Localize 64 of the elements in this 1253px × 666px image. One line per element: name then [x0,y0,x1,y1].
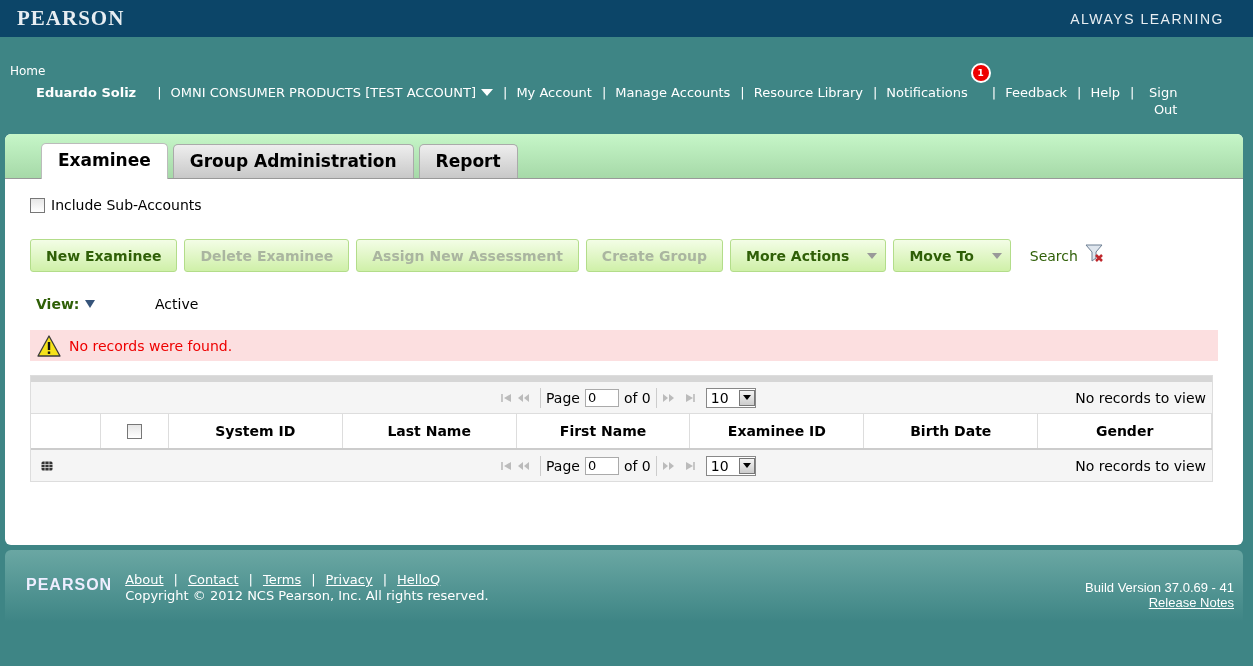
separator: | [601,85,607,100]
column-header[interactable]: Examinee ID [690,414,865,448]
dropdown-button[interactable]: More Actions [730,239,887,272]
record-status: No records to view [1075,457,1207,474]
nav-link[interactable]: Help [1090,85,1121,100]
record-status: No records to view [1075,389,1207,406]
select-all-checkbox[interactable] [126,423,142,439]
page-size-select[interactable]: 10 [705,455,756,476]
column-header[interactable]: Birth Date [864,414,1039,448]
caret-icon [867,252,878,259]
checkbox[interactable] [30,197,45,213]
grid-icon[interactable] [41,460,53,471]
tab[interactable]: Report [418,144,518,178]
separator: | [311,572,316,587]
footer-logo: PEARSON [26,576,113,594]
separator: | [173,572,178,587]
tab[interactable]: Group Administration [172,144,414,178]
page-count: of 0 [623,389,651,406]
page-size-select[interactable]: 10 [705,387,756,408]
nav-link[interactable]: Sign Out [1143,84,1178,118]
separator: | [1130,85,1135,100]
page-label: Page [546,457,580,474]
clear-filter-icon[interactable] [1084,242,1105,263]
page-count: of 0 [623,457,651,474]
search-link[interactable]: Search [1029,247,1078,264]
column-header[interactable]: Gender [1038,414,1213,448]
copyright: Copyright © 2012 NCS Pearson, Inc. All rights reserved. [125,588,489,603]
view-dropdown[interactable]: View: [36,296,155,312]
separator: | [740,85,745,100]
account-dropdown[interactable]: OMNI CONSUMER PRODUCTS [TEST ACCOUNT] [170,85,493,100]
nav-link[interactable]: Resource Library [753,85,863,100]
separator: | [872,85,878,100]
nav-link[interactable]: Feedback [1005,85,1068,100]
caret-icon [991,252,1002,259]
notification-badge: 1 [970,63,991,83]
separator: | [503,85,508,100]
column-header[interactable]: Last Name [342,414,517,448]
dropdown-button[interactable]: Move To [893,239,1011,272]
logo: PEARSON [17,6,125,31]
separator: | [382,572,388,587]
separator: | [1077,85,1082,100]
tagline: ALWAYS LEARNING [1070,10,1224,27]
tab[interactable]: Examinee [41,143,168,179]
home-link[interactable]: Home [10,64,46,78]
page-label: Page [546,389,580,406]
separator: | [157,85,162,100]
release-notes-link[interactable]: Release Notes [1148,595,1234,610]
nav-link[interactable]: My Account [516,85,592,100]
caret-icon [85,300,96,308]
alert-message: No records were found. [69,337,233,354]
column-header[interactable]: System ID [168,414,343,448]
separator: | [248,572,253,587]
nav-link[interactable]: Manage Accounts [615,85,731,100]
page-input[interactable]: 0 [584,388,619,407]
page-input[interactable]: 0 [584,456,619,475]
column-header[interactable]: First Name [516,414,691,448]
view-value: Active [155,296,199,312]
warning-icon [37,334,61,357]
build-version: Build Version 37.0.69 - 41 [1085,580,1234,595]
user-name: Eduardo Soliz [36,85,137,100]
checkbox-label: Include Sub-Accounts [51,197,202,213]
separator: | [991,85,997,100]
caret-icon [481,89,493,96]
action-button[interactable]: New Examinee [30,239,178,272]
